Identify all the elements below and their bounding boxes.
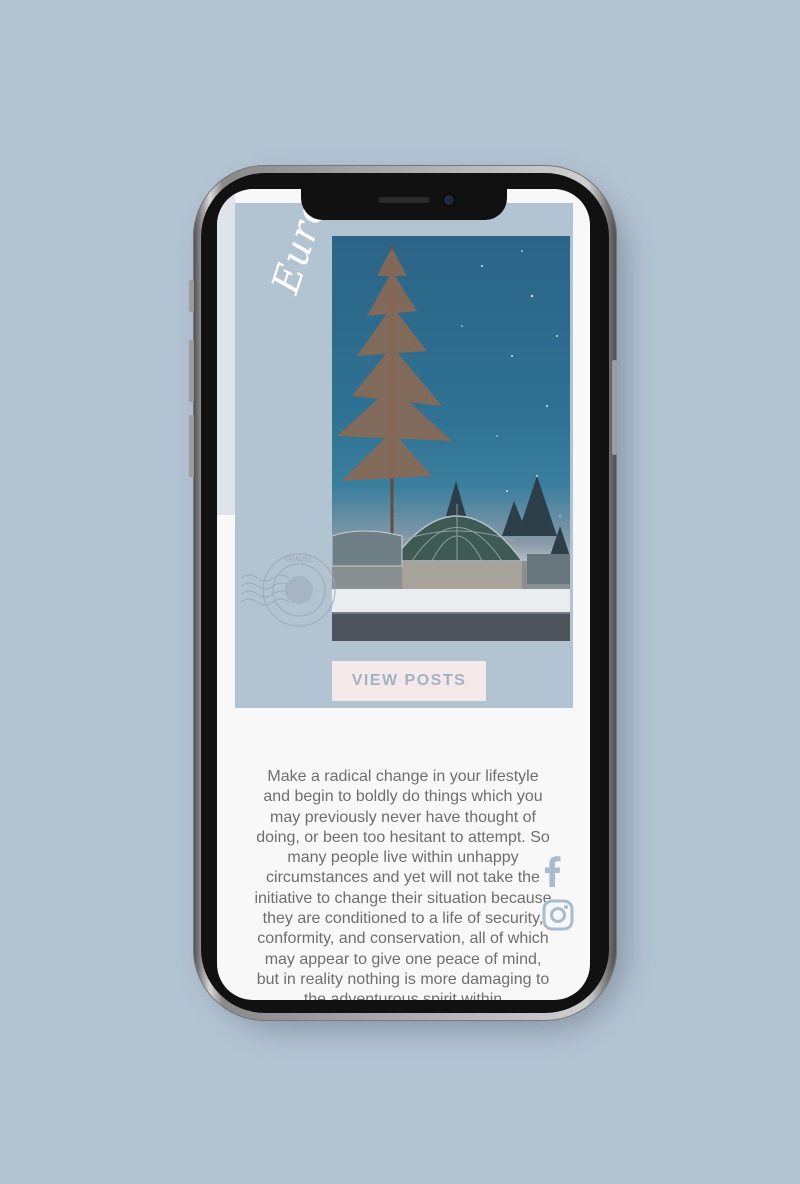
speaker-grille (378, 197, 430, 203)
power-button (612, 360, 617, 455)
hero-photo (332, 236, 570, 641)
travel-stamp-icon: TRAVEL (241, 553, 336, 627)
volume-down-button (189, 340, 194, 402)
hero-panel: Europe TRAVEL VIEW POSTS (235, 189, 573, 708)
front-camera (444, 195, 454, 205)
instagram-icon[interactable] (542, 899, 574, 931)
view-posts-button[interactable]: VIEW POSTS (332, 661, 486, 701)
phone-notch (301, 189, 507, 220)
facebook-icon[interactable] (542, 855, 562, 887)
volume-up-button (189, 280, 194, 312)
screen-left-strip (217, 189, 235, 515)
volume-button (189, 415, 194, 477)
intro-paragraph: Make a radical change in your lifestyle … (254, 768, 552, 1000)
phone-screen: Europe TRAVEL VIEW POSTS Make a radical … (217, 189, 590, 1000)
stamp-text: TRAVEL (284, 555, 315, 564)
glass-igloo-scene (332, 246, 570, 641)
